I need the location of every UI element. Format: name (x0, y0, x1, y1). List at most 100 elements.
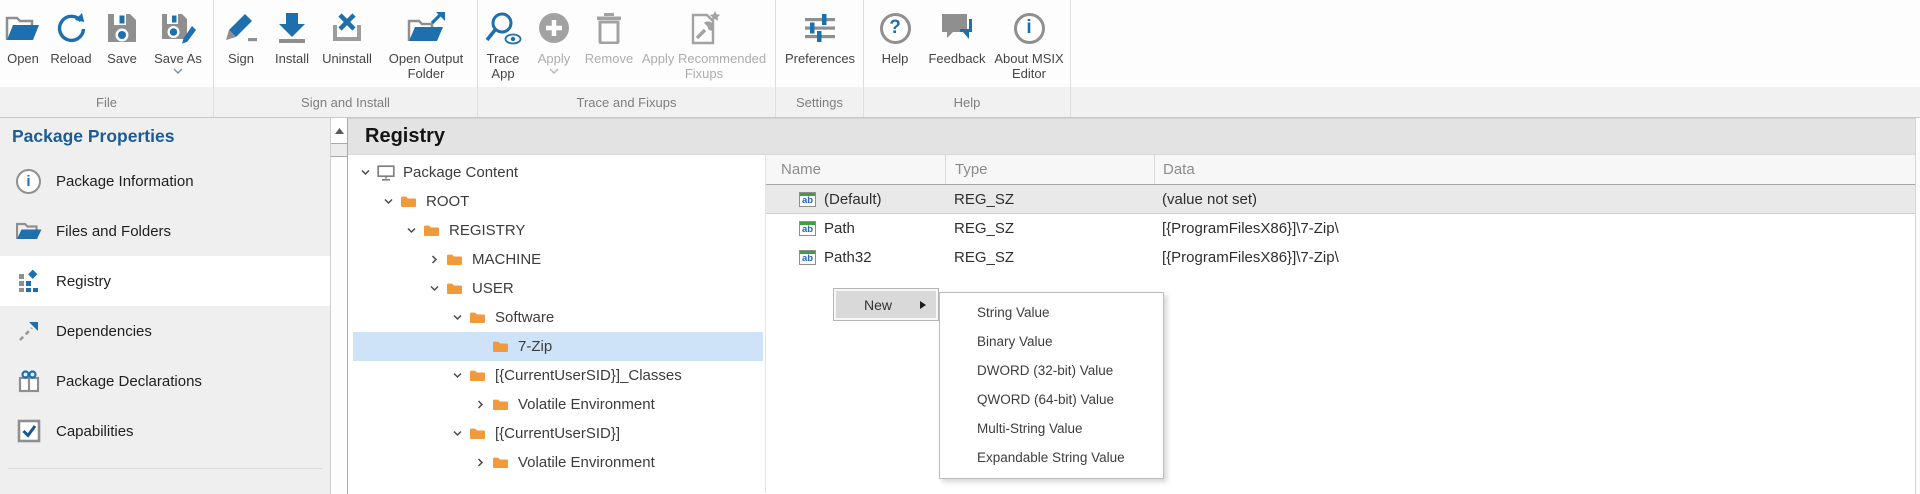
ribbon-group-help: ? Help Feedback i About MSIX Editor Help (864, 0, 1071, 117)
folder-icon (446, 253, 465, 267)
menu-item-binary-value[interactable]: Binary Value (940, 327, 1163, 356)
group-label-file: File (0, 87, 213, 117)
expander-spacer (475, 332, 492, 361)
scrollbar-thumb[interactable] (331, 156, 347, 494)
scroll-up-button[interactable] (331, 118, 347, 144)
sidebar-item-files-and-folders[interactable]: Files and Folders (0, 206, 330, 256)
about-msix-editor-label: About MSIX Editor (988, 51, 1070, 81)
table-row-path[interactable]: ab Path REG_SZ [{ProgramFilesX86}]\7-Zip… (766, 214, 1915, 243)
apply-label: Apply (538, 51, 571, 66)
tree-item-user[interactable]: USER (348, 274, 765, 303)
pencil-sign-icon (224, 5, 258, 51)
open-output-folder-icon (407, 5, 445, 51)
folder-icon (469, 427, 488, 441)
column-header-data[interactable]: Data (1154, 155, 1915, 184)
tree-item-currentusersid[interactable]: [{CurrentUserSID}] (348, 419, 765, 448)
tree-item-7zip[interactable]: 7-Zip (353, 332, 763, 361)
chevron-down-icon[interactable] (452, 361, 469, 390)
tree-item-volatile-environment-2[interactable]: Volatile Environment (348, 448, 765, 477)
sidebar-item-package-declarations[interactable]: Package Declarations (0, 356, 330, 406)
chevron-down-icon[interactable] (383, 187, 400, 216)
install-label: Install (275, 51, 309, 66)
column-header-name[interactable]: Name (766, 155, 945, 184)
save-as-icon (160, 5, 196, 51)
preferences-button[interactable]: Preferences (776, 5, 864, 87)
menu-item-string-value[interactable]: String Value (940, 298, 1163, 327)
save-label: Save (107, 51, 137, 66)
chevron-down-icon[interactable] (429, 274, 446, 303)
uninstall-button[interactable]: Uninstall (316, 5, 378, 87)
trace-app-label: Trace App (478, 51, 528, 81)
group-label-trace-and-fixups: Trace and Fixups (478, 87, 775, 117)
table-row-default[interactable]: ab (Default) REG_SZ (value not set) (766, 185, 1915, 214)
new-value-submenu: String Value Binary Value DWORD (32-bit)… (939, 292, 1164, 479)
package-gift-icon (15, 369, 42, 393)
chevron-right-icon[interactable] (475, 448, 492, 477)
menu-item-qword-value[interactable]: QWORD (64-bit) Value (940, 385, 1163, 414)
sidebar-scrollbar[interactable] (330, 118, 348, 494)
group-label-settings: Settings (776, 87, 863, 117)
folder-icon (469, 311, 488, 325)
sidebar-item-registry[interactable]: Registry (0, 256, 330, 306)
context-menu-item-new[interactable]: New (836, 291, 936, 318)
sidebar-item-capabilities[interactable]: Capabilities (0, 406, 330, 456)
help-button[interactable]: ? Help (864, 5, 926, 87)
table-header: Name Type Data (766, 155, 1915, 185)
tree-item-package-content[interactable]: Package Content (348, 158, 765, 187)
string-value-icon: ab (799, 250, 816, 265)
uninstall-label: Uninstall (322, 51, 372, 66)
sidebar-item-package-information[interactable]: i Package Information (0, 156, 330, 206)
menu-item-multi-string-value[interactable]: Multi-String Value (940, 414, 1163, 443)
open-output-folder-button[interactable]: Open Output Folder (378, 5, 474, 87)
trace-app-magnifier-icon (483, 5, 523, 51)
chevron-down-icon[interactable] (406, 216, 423, 245)
apply-recommended-fixups-label: Apply Recommended Fixups (638, 51, 770, 81)
menu-item-expandable-string-value[interactable]: Expandable String Value (940, 443, 1163, 472)
sign-button[interactable]: Sign (214, 5, 268, 87)
tree-item-root[interactable]: ROOT (348, 187, 765, 216)
page-title: Registry (365, 125, 445, 148)
chevron-down-icon[interactable] (173, 68, 183, 74)
tree-item-currentusersid-classes[interactable]: [{CurrentUserSID}]_Classes (348, 361, 765, 390)
chevron-down-icon[interactable] (360, 158, 377, 187)
apply-recommended-fixups-button: Apply Recommended Fixups (638, 5, 770, 87)
feedback-bubble-icon (939, 5, 975, 51)
registry-tree: Package Content ROOT REGISTRY MACHINE US (348, 155, 765, 493)
folder-icon (492, 398, 511, 412)
table-scrollbar[interactable] (1915, 118, 1920, 494)
registry-icon (15, 269, 42, 293)
group-label-sign-and-install: Sign and Install (214, 87, 477, 117)
install-arrow-icon (276, 5, 308, 51)
tree-item-machine[interactable]: MACHINE (348, 245, 765, 274)
chevron-right-icon[interactable] (429, 245, 446, 274)
help-label: Help (882, 51, 909, 66)
string-value-icon: ab (799, 192, 816, 207)
save-as-button[interactable]: Save As (148, 5, 208, 87)
tree-item-volatile-environment[interactable]: Volatile Environment (348, 390, 765, 419)
tree-item-software[interactable]: Software (348, 303, 765, 332)
column-header-type[interactable]: Type (945, 155, 1154, 184)
chevron-down-icon (549, 68, 559, 74)
tree-item-registry-key[interactable]: REGISTRY (348, 216, 765, 245)
ribbon-toolbar: Open Reload Save Save As (0, 0, 1920, 118)
sidebar-divider (8, 468, 322, 469)
save-button[interactable]: Save (96, 5, 148, 87)
install-button[interactable]: Install (268, 5, 316, 87)
about-msix-editor-button[interactable]: i About MSIX Editor (988, 5, 1070, 87)
feedback-button[interactable]: Feedback (926, 5, 988, 87)
trace-app-button[interactable]: Trace App (478, 5, 528, 87)
table-row-path32[interactable]: ab Path32 REG_SZ [{ProgramFilesX86}]\7-Z… (766, 243, 1915, 272)
reload-button[interactable]: Reload (46, 5, 96, 87)
folder-icon (423, 224, 442, 238)
sidebar-item-dependencies[interactable]: Dependencies (0, 306, 330, 356)
chevron-right-icon[interactable] (475, 390, 492, 419)
help-question-icon: ? (880, 5, 911, 51)
open-button[interactable]: Open (0, 5, 46, 87)
preferences-sliders-icon (803, 5, 837, 51)
about-info-icon: i (1014, 5, 1045, 51)
menu-item-dword-value[interactable]: DWORD (32-bit) Value (940, 356, 1163, 385)
chevron-down-icon[interactable] (452, 419, 469, 448)
chevron-down-icon[interactable] (452, 303, 469, 332)
save-as-label: Save As (154, 51, 202, 66)
folder-icon (446, 282, 465, 296)
